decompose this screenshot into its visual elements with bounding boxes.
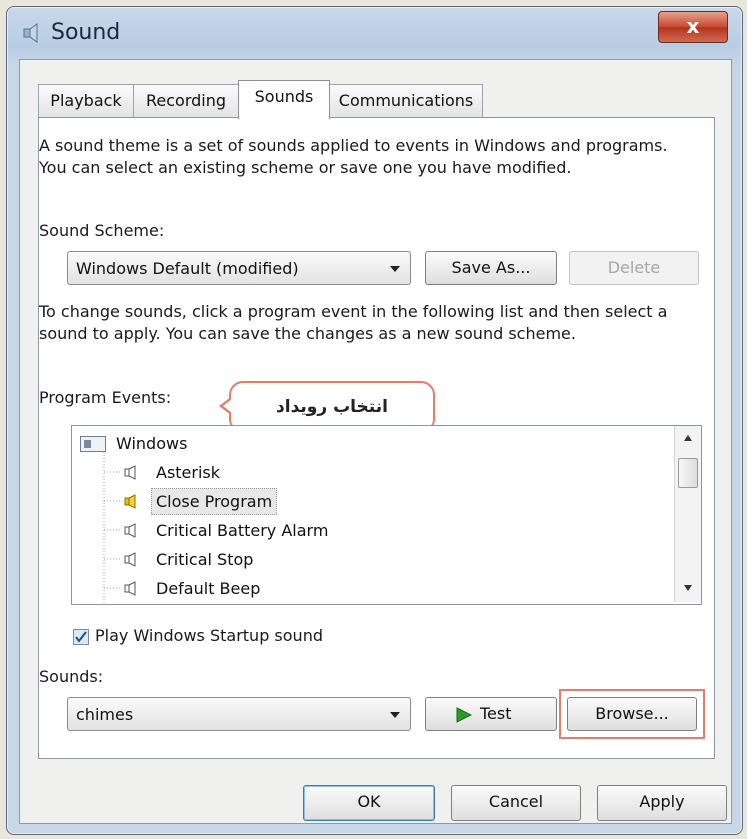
- event-label: Critical Stop: [156, 550, 254, 569]
- chevron-down-icon: [390, 712, 400, 718]
- delete-button[interactable]: Delete: [569, 251, 699, 285]
- ok-button[interactable]: OK: [303, 785, 435, 821]
- sound-scheme-select[interactable]: Windows Default (modified): [67, 251, 411, 285]
- event-label: Windows: [116, 434, 188, 453]
- save-as-button[interactable]: Save As...: [425, 251, 557, 285]
- speaker-icon: [124, 523, 136, 538]
- checkmark-icon: [75, 631, 87, 643]
- list-item[interactable]: Windows: [72, 429, 672, 458]
- list-item[interactable]: Default Beep: [72, 574, 672, 603]
- speaker-icon: [124, 552, 136, 567]
- speaker-icon: [124, 581, 136, 596]
- intro-text: A sound theme is a set of sounds applied…: [39, 136, 668, 177]
- close-button[interactable]: x: [658, 11, 728, 43]
- test-label: Test: [480, 704, 512, 723]
- annotation-text: انتخاب رویداد: [276, 397, 388, 417]
- test-button[interactable]: Test: [425, 697, 557, 731]
- callout-pointer-fill: [223, 399, 232, 413]
- event-label: Close Program: [151, 488, 278, 515]
- scroll-up-icon[interactable]: [683, 434, 693, 442]
- browse-button[interactable]: Browse...: [567, 697, 697, 731]
- sounds-label: Sounds:: [39, 667, 104, 686]
- startup-sound-label: Play Windows Startup sound: [95, 626, 323, 645]
- speaker-icon: [124, 494, 136, 509]
- program-events-label: Program Events:: [39, 388, 172, 407]
- title-bar: Sound x: [7, 7, 742, 59]
- sound-dialog: Sound x Playback Recording Sounds Commun…: [6, 6, 743, 835]
- event-label: Critical Battery Alarm: [156, 521, 329, 540]
- list-item[interactable]: Critical Stop: [72, 545, 672, 574]
- apply-button[interactable]: Apply: [597, 785, 727, 821]
- sound-value: chimes: [76, 705, 134, 724]
- speaker-icon: [124, 465, 136, 480]
- play-icon: [456, 707, 472, 723]
- list-item-selected[interactable]: Close Program: [72, 487, 672, 516]
- sound-select[interactable]: chimes: [67, 697, 411, 731]
- sound-scheme-value: Windows Default (modified): [76, 259, 299, 278]
- window-title: Sound: [51, 20, 121, 45]
- windows-folder-icon: [80, 436, 106, 452]
- sound-scheme-label: Sound Scheme:: [39, 221, 165, 240]
- list-item[interactable]: Asterisk: [72, 458, 672, 487]
- list-item[interactable]: Critical Battery Alarm: [72, 516, 672, 545]
- tab-communications[interactable]: Communications: [329, 84, 483, 117]
- scroll-thumb[interactable]: [678, 458, 698, 488]
- event-label: Asterisk: [156, 463, 221, 482]
- speaker-app-icon: [23, 23, 38, 43]
- program-events-list[interactable]: Windows Asterisk Close Program Critical …: [71, 425, 702, 605]
- tab-sounds[interactable]: Sounds: [238, 80, 330, 119]
- events-scrollbar[interactable]: [674, 426, 701, 602]
- tab-recording[interactable]: Recording: [133, 84, 239, 117]
- chevron-down-icon: [390, 266, 400, 272]
- startup-sound-checkbox[interactable]: [73, 629, 89, 645]
- tab-playback[interactable]: Playback: [38, 84, 134, 117]
- scroll-down-icon[interactable]: [683, 584, 693, 592]
- event-label: Default Beep: [156, 579, 261, 598]
- cancel-button[interactable]: Cancel: [451, 785, 581, 821]
- instructions-text: To change sounds, click a program event …: [39, 302, 668, 343]
